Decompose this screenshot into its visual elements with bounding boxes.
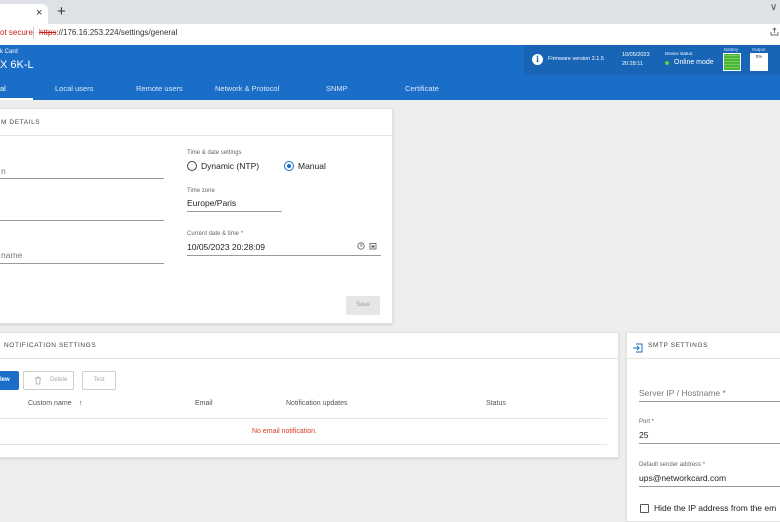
app-subtitle: k Card xyxy=(0,49,18,55)
battery-label: Battery xyxy=(724,47,739,52)
browser-tab[interactable]: × xyxy=(0,4,48,24)
server-hostname-input[interactable]: Server IP / Hostname * xyxy=(639,388,726,398)
system-details-card: M DETAILS n name Time & date settings Dy… xyxy=(0,108,393,324)
port-label: Port * xyxy=(639,419,655,425)
header-time: 20:28:11 xyxy=(622,61,644,67)
firmware-version: Firmware version 2.1.5 xyxy=(548,56,604,62)
field-underline xyxy=(0,263,164,264)
field-underline xyxy=(639,443,780,444)
tab-snmp[interactable]: SNMP xyxy=(326,84,348,93)
device-status-value: Online mode xyxy=(674,59,714,66)
notification-settings-title: NOTIFICATION SETTINGS xyxy=(4,342,97,349)
table-row-divider xyxy=(0,444,607,445)
new-tab-icon[interactable]: + xyxy=(57,4,66,19)
field-underline xyxy=(187,211,282,212)
card-divider xyxy=(0,358,618,359)
field-underline xyxy=(0,178,164,179)
address-separator xyxy=(33,27,34,39)
main-nav: al Local users Remote users Network & Pr… xyxy=(0,75,780,100)
info-icon[interactable]: i xyxy=(532,54,543,65)
empty-table-message: No email notification. xyxy=(252,428,317,435)
hide-ip-checkbox[interactable] xyxy=(640,504,649,513)
browser-tab-strip: × + ∨ xyxy=(0,0,780,24)
active-tab-indicator xyxy=(0,98,33,100)
test-notification-button[interactable]: Test xyxy=(82,371,116,390)
battery-icon xyxy=(723,53,741,71)
card-divider xyxy=(627,358,780,359)
radio-dynamic-ntp-label[interactable]: Dynamic (NTP) xyxy=(201,161,259,171)
sort-ascending-icon[interactable]: ↑ xyxy=(79,400,83,407)
field-underline xyxy=(639,486,780,487)
contact-name-field[interactable]: name xyxy=(1,250,22,260)
column-notification-updates[interactable]: Notification updates xyxy=(286,400,347,407)
radio-manual[interactable] xyxy=(284,161,294,171)
app-header: k Card X 6K-L i Firmware version 2.1.5 1… xyxy=(0,45,780,75)
radio-manual-label[interactable]: Manual xyxy=(298,161,326,171)
column-status[interactable]: Status xyxy=(486,400,506,407)
tab-remote-users[interactable]: Remote users xyxy=(136,84,183,93)
not-secure-label[interactable]: ot secure xyxy=(0,28,33,37)
port-input[interactable]: 25 xyxy=(639,430,648,440)
column-custom-name[interactable]: Custom name xyxy=(28,400,72,407)
url-scheme: https xyxy=(39,28,57,37)
column-email[interactable]: Email xyxy=(195,400,213,407)
table-header-divider xyxy=(0,418,607,419)
status-panel: i Firmware version 2.1.5 10/05/2023 20:2… xyxy=(524,45,780,75)
default-sender-input[interactable]: ups@networkcard.com xyxy=(639,473,726,483)
new-notification-button[interactable]: lew xyxy=(0,371,19,390)
address-bar[interactable]: ot secure https://176.16.253.224/setting… xyxy=(0,24,780,46)
output-icon: 0% xyxy=(750,53,768,71)
smtp-login-icon xyxy=(632,340,643,358)
share-icon[interactable] xyxy=(770,27,779,39)
header-date: 10/05/2023 xyxy=(622,52,650,58)
calendar-icon[interactable] xyxy=(369,242,377,252)
system-name-field[interactable]: n xyxy=(1,166,6,176)
hide-ip-label[interactable]: Hide the IP address from the em xyxy=(654,503,776,513)
delete-label: Delete xyxy=(50,377,68,383)
time-date-settings-label: Time & date settings xyxy=(187,150,242,156)
radio-dynamic-ntp[interactable] xyxy=(187,161,197,171)
current-date-time-label: Current date & time * xyxy=(187,231,244,237)
delete-notification-button[interactable]: Delete xyxy=(23,371,74,390)
tab-general[interactable]: al xyxy=(0,84,6,93)
url-text[interactable]: https://176.16.253.224/settings/general xyxy=(39,28,177,37)
location-field[interactable] xyxy=(0,220,164,221)
tab-network-protocol[interactable]: Network & Protocol xyxy=(215,84,279,93)
card-divider xyxy=(0,135,392,136)
clock-icon[interactable] xyxy=(357,242,365,252)
output-value: 0% xyxy=(755,54,763,59)
tab-local-users[interactable]: Local users xyxy=(55,84,93,93)
tab-menu-chevron-icon[interactable]: ∨ xyxy=(770,2,777,13)
online-status-dot xyxy=(665,61,669,65)
time-zone-label: Time zone xyxy=(187,188,215,194)
trash-icon xyxy=(34,376,42,387)
tab-certificate[interactable]: Certificate xyxy=(405,84,439,93)
close-tab-icon[interactable]: × xyxy=(36,7,42,19)
smtp-settings-card: SMTP SETTINGS Server IP / Hostname * Por… xyxy=(626,332,780,522)
default-sender-label: Default sender address * xyxy=(639,462,706,468)
device-status-label: Device status: xyxy=(665,51,694,56)
field-underline xyxy=(639,401,780,402)
current-date-time-input[interactable]: 10/05/2023 20:28:09 xyxy=(187,242,265,252)
output-label: Output xyxy=(752,47,766,52)
system-details-title: M DETAILS xyxy=(1,119,41,126)
time-zone-select[interactable]: Europe/Paris xyxy=(187,198,236,208)
field-underline xyxy=(187,255,381,256)
notification-settings-card: NOTIFICATION SETTINGS lew Delete Test Cu… xyxy=(0,332,619,458)
url-rest: ://176.16.253.224/settings/general xyxy=(56,28,178,37)
smtp-settings-title: SMTP SETTINGS xyxy=(648,342,709,349)
save-button[interactable]: Save xyxy=(346,296,380,315)
app-title: X 6K-L xyxy=(0,59,34,71)
